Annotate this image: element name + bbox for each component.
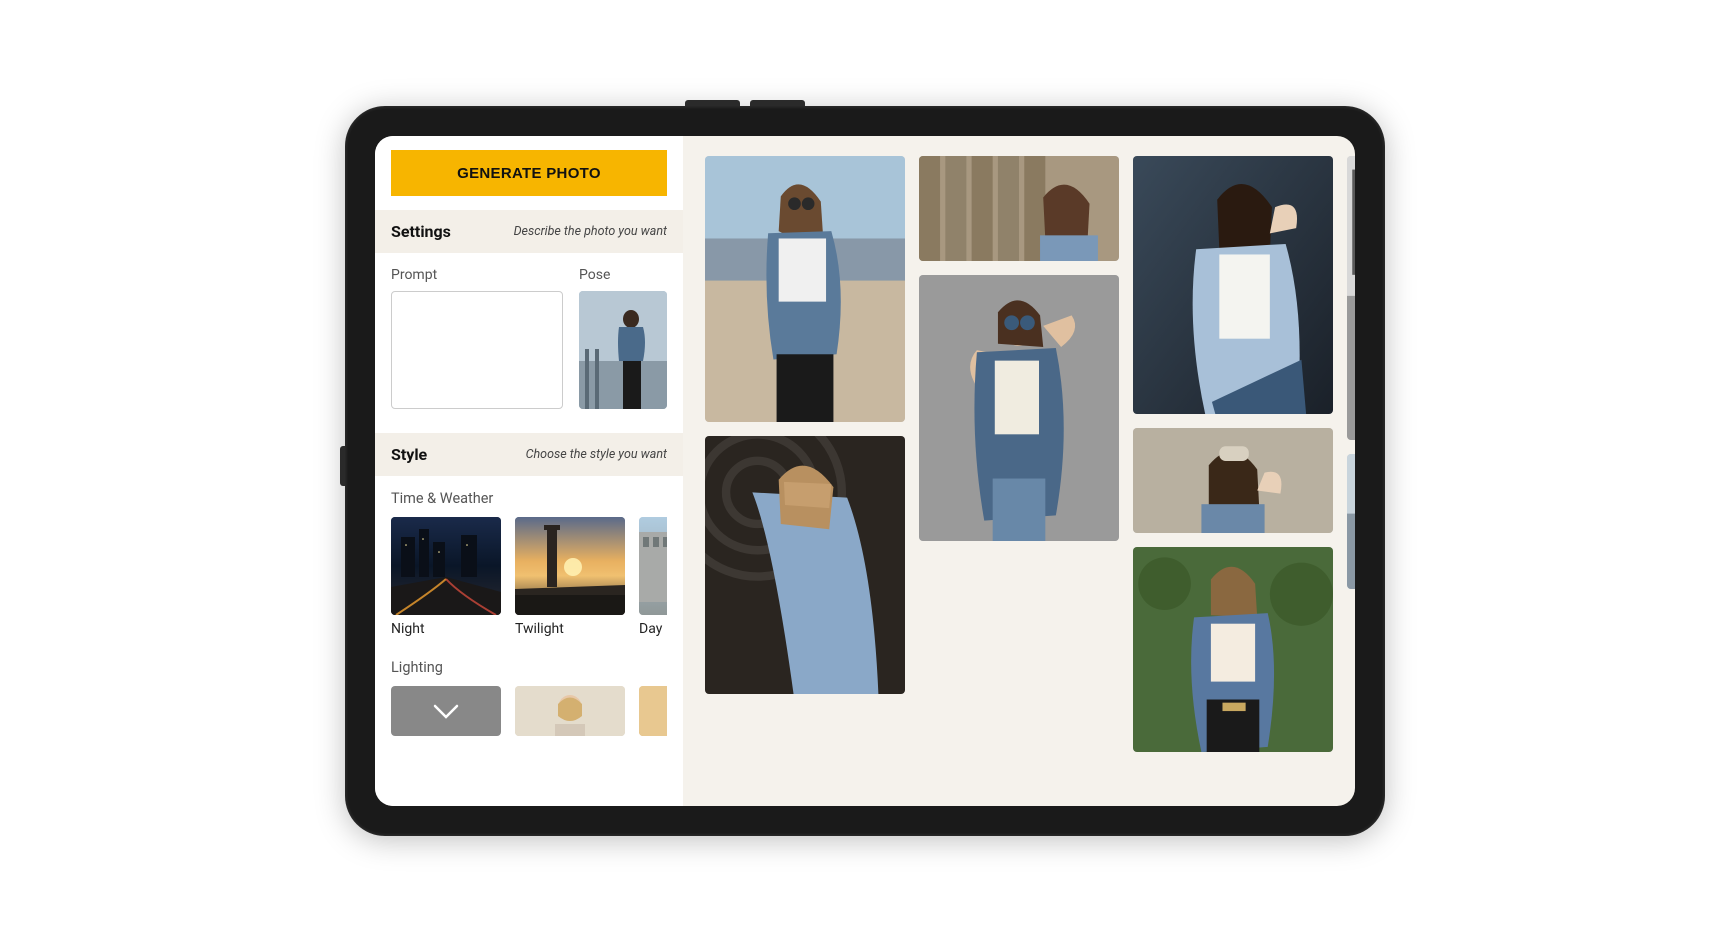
time-weather-option-night[interactable]: Night (391, 517, 501, 637)
photo-gallery (683, 136, 1355, 806)
gallery-photo[interactable] (1133, 547, 1333, 752)
settings-section-header: Settings Describe the photo you want (375, 210, 683, 253)
pose-label: Pose (579, 267, 667, 283)
gallery-photo[interactable] (1347, 454, 1355, 589)
style-subtitle: Choose the style you want (526, 447, 667, 462)
option-label: Night (391, 621, 501, 637)
style-title: Style (391, 445, 427, 464)
gallery-photo[interactable] (705, 156, 905, 422)
lighting-option-none[interactable] (391, 686, 501, 736)
tablet-frame: GENERATE PHOTO Settings Describe the pho… (345, 106, 1385, 836)
time-weather-option-twilight[interactable]: Twilight (515, 517, 625, 637)
gallery-photo[interactable] (1133, 156, 1333, 414)
option-label: Day (639, 621, 667, 637)
gallery-photo[interactable] (1133, 428, 1333, 533)
option-label: Twilight (515, 621, 625, 637)
chevron-down-icon (429, 694, 463, 728)
gallery-photo[interactable] (1347, 156, 1355, 440)
gallery-photo[interactable] (919, 156, 1119, 261)
lighting-option[interactable] (639, 686, 667, 736)
lighting-label: Lighting (391, 659, 667, 676)
settings-title: Settings (391, 222, 451, 241)
pose-selector[interactable] (579, 291, 667, 409)
gallery-photo[interactable] (705, 436, 905, 694)
sidebar: GENERATE PHOTO Settings Describe the pho… (375, 136, 683, 806)
time-weather-option-day[interactable]: Day (639, 517, 667, 637)
prompt-input[interactable] (391, 291, 563, 409)
prompt-label: Prompt (391, 267, 563, 283)
style-section-header: Style Choose the style you want (375, 433, 683, 476)
app-screen: GENERATE PHOTO Settings Describe the pho… (375, 136, 1355, 806)
generate-photo-button[interactable]: GENERATE PHOTO (391, 150, 667, 196)
lighting-option[interactable] (515, 686, 625, 736)
settings-subtitle: Describe the photo you want (514, 224, 667, 239)
gallery-photo[interactable] (919, 275, 1119, 541)
time-weather-label: Time & Weather (391, 490, 667, 507)
